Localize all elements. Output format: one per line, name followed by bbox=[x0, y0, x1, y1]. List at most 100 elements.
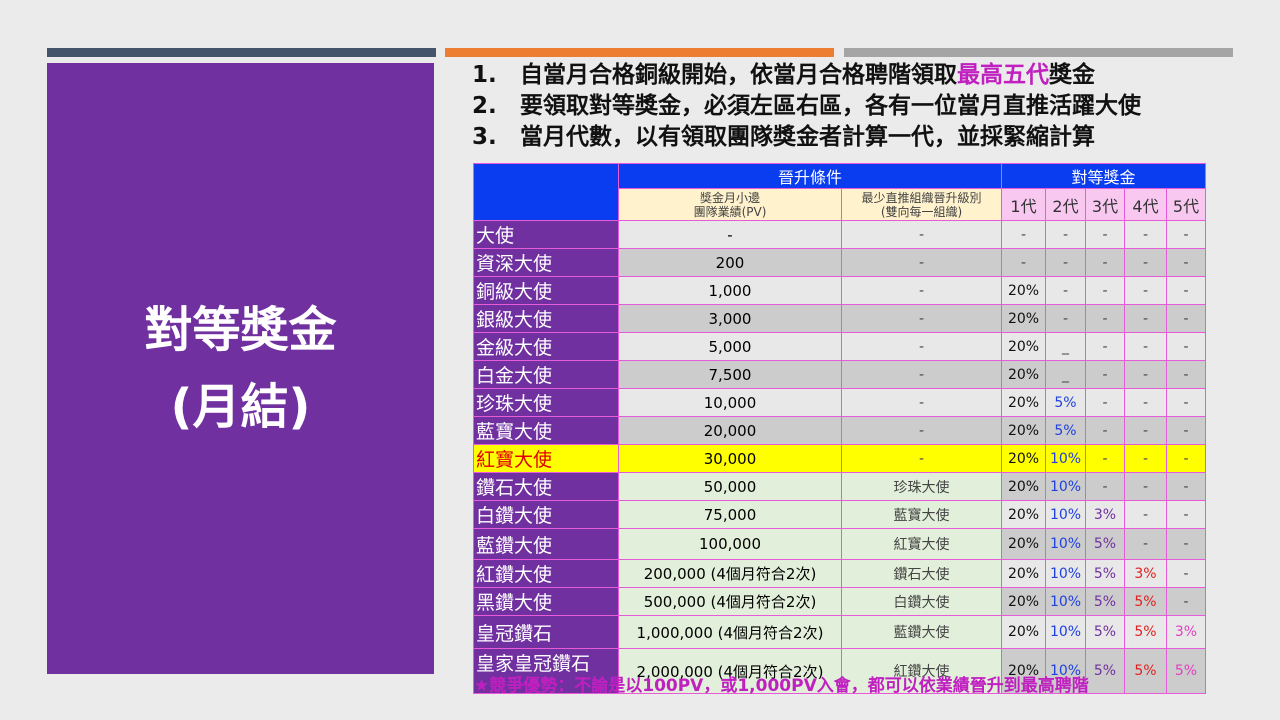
rank-pv: 1,000 bbox=[618, 276, 842, 305]
table-row: 銅級大使 1,000-20% - - - - bbox=[473, 276, 1206, 305]
bonus-gen-5: - bbox=[1166, 587, 1206, 616]
bonus-gen-2: 5% bbox=[1045, 416, 1086, 445]
header-min-rank: 最少直推組織晉升級別 (雙向每一組織) bbox=[841, 188, 1002, 221]
bonus-gen-4: - bbox=[1124, 472, 1167, 501]
bonus-gen-2: 5% bbox=[1045, 388, 1086, 417]
rank-min: - bbox=[841, 360, 1002, 389]
bonus-gen-1: 20% bbox=[1001, 444, 1046, 473]
header-gen-5: 5代 bbox=[1166, 188, 1206, 221]
bonus-gen-2: - bbox=[1045, 248, 1086, 277]
bonus-gen-2: - bbox=[1045, 276, 1086, 305]
rank-pv: 75,000 bbox=[618, 500, 842, 529]
bonus-gen-2: 10% bbox=[1045, 444, 1086, 473]
bonus-gen-4: 5% bbox=[1124, 648, 1167, 694]
header-gen-1: 1代 bbox=[1001, 188, 1046, 221]
bonus-gen-4: - bbox=[1124, 220, 1167, 249]
rank-pv: 500,000 (4個月符合2次) bbox=[618, 587, 842, 616]
rank-min: 鑽石大使 bbox=[841, 559, 1002, 588]
bonus-gen-2: 10% bbox=[1045, 587, 1086, 616]
bonus-gen-5: - bbox=[1166, 332, 1206, 361]
bonus-gen-3: 5% bbox=[1085, 559, 1125, 588]
table-row: 銀級大使 3,000-20% - - - - bbox=[473, 304, 1206, 333]
bonus-gen-2: 10% bbox=[1045, 615, 1086, 649]
bonus-gen-1: 20% bbox=[1001, 416, 1046, 445]
header-gen-4: 4代 bbox=[1124, 188, 1167, 221]
bonus-gen-3: - bbox=[1085, 472, 1125, 501]
rank-name: 銀級大使 bbox=[473, 304, 619, 333]
bonus-gen-1: 20% bbox=[1001, 304, 1046, 333]
bonus-gen-5: - bbox=[1166, 559, 1206, 588]
rank-name: 資深大使 bbox=[473, 248, 619, 277]
rank-name: 藍寶大使 bbox=[473, 416, 619, 445]
rule-1: 1. 自當月合格銅級開始，依當月合格聘階領取最高五代獎金 bbox=[472, 60, 1141, 91]
rank-pv: 50,000 bbox=[618, 472, 842, 501]
table-row: 金級大使 5,000-20% _ - - - bbox=[473, 332, 1206, 361]
bonus-gen-3: 5% bbox=[1085, 587, 1125, 616]
bonus-gen-1: 20% bbox=[1001, 559, 1046, 588]
rule-text: 獎金 bbox=[1049, 62, 1095, 88]
bonus-gen-5: - bbox=[1166, 304, 1206, 333]
bonus-gen-1: 20% bbox=[1001, 276, 1046, 305]
bonus-gen-1: 20% bbox=[1001, 528, 1046, 560]
bonus-gen-5: - bbox=[1166, 472, 1206, 501]
rank-name: 金級大使 bbox=[473, 332, 619, 361]
bonus-gen-3: - bbox=[1085, 332, 1125, 361]
bonus-gen-5: - bbox=[1166, 500, 1206, 529]
decor-bar-dark bbox=[47, 48, 436, 57]
bonus-gen-3: 5% bbox=[1085, 615, 1125, 649]
table-row: 藍寶大使 20,000-20% 5% - - - bbox=[473, 416, 1206, 445]
bonus-gen-5: - bbox=[1166, 388, 1206, 417]
rank-min: - bbox=[841, 220, 1002, 249]
rank-pv: 3,000 bbox=[618, 304, 842, 333]
rank-min: - bbox=[841, 276, 1002, 305]
bonus-gen-3: 3% bbox=[1085, 500, 1125, 529]
rules-list: 1. 自當月合格銅級開始，依當月合格聘階領取最高五代獎金 2. 要領取對等獎金，必須… bbox=[472, 60, 1141, 153]
rank-min: - bbox=[841, 416, 1002, 445]
table-row: 資深大使 200- - - - - - bbox=[473, 248, 1206, 277]
rank-name: 白金大使 bbox=[473, 360, 619, 389]
bonus-gen-5: - bbox=[1166, 248, 1206, 277]
bonus-gen-3: - bbox=[1085, 276, 1125, 305]
rank-min: - bbox=[841, 388, 1002, 417]
decor-bar-orange bbox=[445, 48, 834, 57]
rank-name: 白鑽大使 bbox=[473, 500, 619, 529]
rule-num: 1. bbox=[472, 62, 497, 88]
rank-min: 紅寶大使 bbox=[841, 528, 1002, 560]
bonus-gen-2: 10% bbox=[1045, 500, 1086, 529]
bonus-gen-4: - bbox=[1124, 500, 1167, 529]
rank-min: - bbox=[841, 248, 1002, 277]
rank-pv: 200,000 (4個月符合2次) bbox=[618, 559, 842, 588]
header-gen-2: 2代 bbox=[1045, 188, 1086, 221]
bonus-gen-5: - bbox=[1166, 276, 1206, 305]
table-row: 皇冠鑽石 1,000,000 (4個月符合2次) 藍鑽大使 20% 10% 5% 5% 3% bbox=[473, 615, 1206, 649]
table-row: 鑽石大使 50,000 珍珠大使 20% 10% - - - bbox=[473, 472, 1206, 501]
rule-text: 自當月合格銅級開始，依當月合格聘階領取 bbox=[520, 62, 957, 88]
bonus-gen-4: - bbox=[1124, 276, 1167, 305]
bonus-gen-5: - bbox=[1166, 528, 1206, 560]
bonus-gen-2: 10% bbox=[1045, 528, 1086, 560]
bonus-gen-4: - bbox=[1124, 528, 1167, 560]
bonus-gen-4: - bbox=[1124, 360, 1167, 389]
rank-name: 鑽石大使 bbox=[473, 472, 619, 501]
rule-3: 3. 當月代數，以有領取團隊獎金者計算一代，並採緊縮計算 bbox=[472, 122, 1141, 153]
rank-name: 黑鑽大使 bbox=[473, 587, 619, 616]
title-panel: 對等獎金 (月結) bbox=[47, 63, 434, 674]
bonus-gen-4: - bbox=[1124, 304, 1167, 333]
rule-2: 2. 要領取對等獎金，必須左區右區，各有一位當月直推活躍大使 bbox=[472, 91, 1141, 122]
bonus-gen-3: 5% bbox=[1085, 648, 1125, 694]
bonus-gen-3: - bbox=[1085, 444, 1125, 473]
bonus-gen-2: _ bbox=[1045, 360, 1086, 389]
rank-min: - bbox=[841, 444, 1002, 473]
bonus-gen-5: - bbox=[1166, 220, 1206, 249]
table-row: 大使 - - - - - - - bbox=[473, 220, 1206, 249]
title-line1: 對等獎金 bbox=[144, 301, 337, 358]
bonus-gen-2: - bbox=[1045, 220, 1086, 249]
bonus-gen-5: 5% bbox=[1166, 648, 1206, 694]
bonus-gen-1: 20% bbox=[1001, 587, 1046, 616]
rank-name: 紅寶大使 bbox=[473, 444, 619, 473]
bonus-gen-1: 20% bbox=[1001, 472, 1046, 501]
bonus-gen-4: 5% bbox=[1124, 587, 1167, 616]
bonus-gen-1: 20% bbox=[1001, 615, 1046, 649]
table-row: 黑鑽大使 500,000 (4個月符合2次) 白鑽大使 20% 10% 5% 5% - bbox=[473, 587, 1206, 616]
table-row: 藍鑽大使 100,000 紅寶大使 20% 10% 5% - - bbox=[473, 528, 1206, 560]
